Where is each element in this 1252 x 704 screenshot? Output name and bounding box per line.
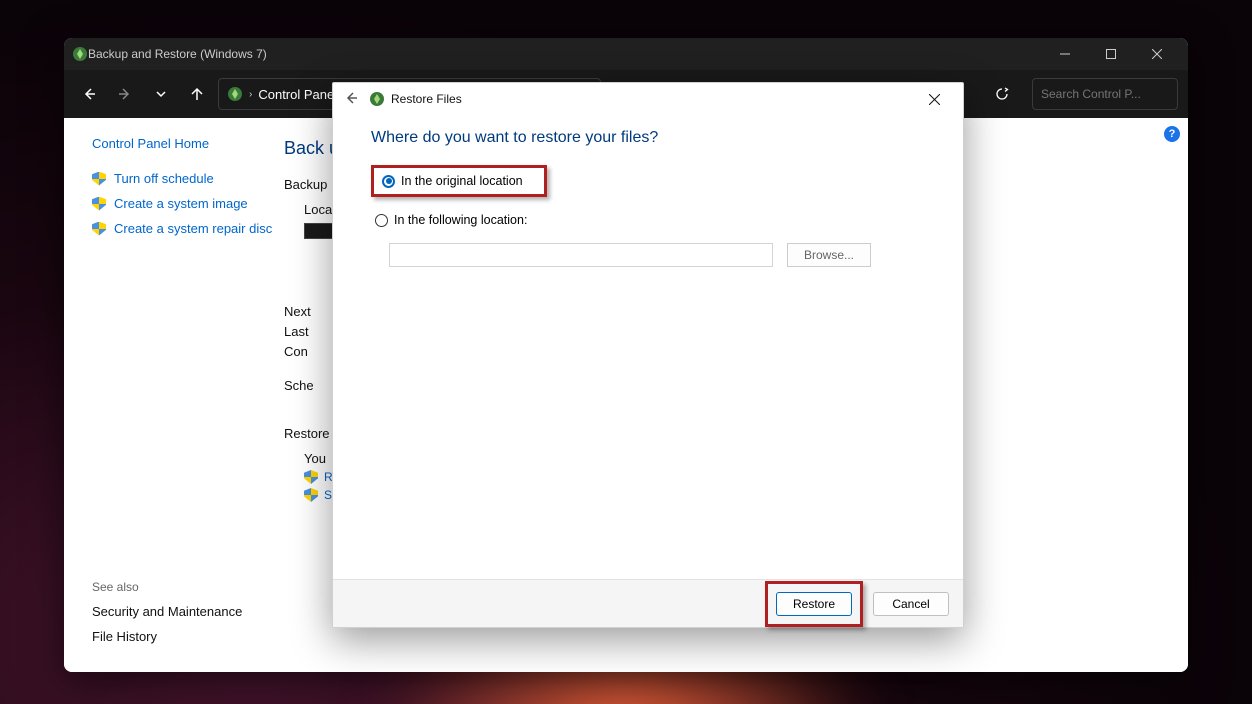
control-panel-icon	[227, 86, 243, 102]
browse-button[interactable]: Browse...	[787, 243, 871, 267]
minimize-icon	[1060, 49, 1070, 59]
path-input-row: Browse...	[371, 243, 925, 267]
shield-icon	[92, 172, 106, 186]
radio-icon	[382, 175, 395, 188]
dialog-titlebar: Restore Files	[333, 83, 963, 115]
radio-original-location[interactable]: In the original location	[371, 165, 547, 197]
restore-button[interactable]: Restore	[776, 592, 852, 616]
radio-label: In the following location:	[394, 213, 527, 227]
arrow-right-icon	[117, 86, 133, 102]
radio-label: In the original location	[401, 174, 523, 188]
backup-app-icon	[72, 46, 88, 62]
maximize-button[interactable]	[1088, 38, 1134, 70]
restore-files-dialog: Restore Files Where do you want to resto…	[332, 82, 964, 628]
see-also-header: See also	[92, 580, 242, 594]
dialog-footer: Restore Cancel	[333, 579, 963, 627]
see-also-link-file-history[interactable]: File History	[92, 629, 242, 644]
dialog-back-button[interactable]	[339, 91, 363, 108]
arrow-left-icon	[81, 86, 97, 102]
close-button[interactable]	[1134, 38, 1180, 70]
cancel-button[interactable]: Cancel	[873, 592, 949, 616]
arrow-up-icon	[189, 86, 205, 102]
breadcrumb-root[interactable]: Control Panel	[258, 87, 337, 102]
dialog-close-button[interactable]	[911, 84, 957, 114]
sidebar-link-system-image[interactable]: Create a system image	[92, 196, 284, 211]
see-also: See also Security and Maintenance File H…	[92, 580, 242, 654]
dialog-title: Restore Files	[391, 92, 462, 106]
forward-button[interactable]	[110, 79, 140, 109]
arrow-left-icon	[344, 91, 358, 105]
shield-icon	[304, 470, 318, 484]
sidebar-link-repair-disc[interactable]: Create a system repair disc	[92, 221, 284, 236]
close-icon	[929, 94, 940, 105]
chevron-down-icon	[155, 88, 167, 100]
sidebar: Control Panel Home Turn off schedule Cre…	[64, 118, 284, 672]
recent-dropdown[interactable]	[146, 79, 176, 109]
radio-following-location[interactable]: In the following location:	[371, 211, 925, 229]
titlebar: Backup and Restore (Windows 7)	[64, 38, 1188, 70]
radio-icon	[375, 214, 388, 227]
dialog-body: Where do you want to restore your files?…	[333, 115, 963, 579]
search-input[interactable]	[1041, 87, 1188, 101]
maximize-icon	[1106, 49, 1116, 59]
see-also-link-security[interactable]: Security and Maintenance	[92, 604, 242, 619]
restore-app-icon	[369, 91, 385, 107]
restore-highlight: Restore	[765, 581, 863, 627]
sidebar-link-schedule[interactable]: Turn off schedule	[92, 171, 284, 186]
shield-icon	[92, 197, 106, 211]
shield-icon	[92, 222, 106, 236]
search-box[interactable]	[1032, 78, 1178, 110]
chevron-right-icon: ›	[249, 89, 252, 100]
sidebar-link-label: Create a system repair disc	[114, 221, 272, 236]
sidebar-link-label: Turn off schedule	[114, 171, 214, 186]
restore-path-input[interactable]	[389, 243, 773, 267]
window-title: Backup and Restore (Windows 7)	[88, 47, 267, 61]
minimize-button[interactable]	[1042, 38, 1088, 70]
back-button[interactable]	[74, 79, 104, 109]
refresh-icon	[995, 87, 1009, 101]
dialog-question: Where do you want to restore your files?	[371, 129, 925, 147]
refresh-button[interactable]	[984, 78, 1020, 110]
control-panel-home-link[interactable]: Control Panel Home	[92, 136, 284, 151]
close-icon	[1152, 49, 1162, 59]
sidebar-link-label: Create a system image	[114, 196, 248, 211]
shield-icon	[304, 488, 318, 502]
up-button[interactable]	[182, 79, 212, 109]
